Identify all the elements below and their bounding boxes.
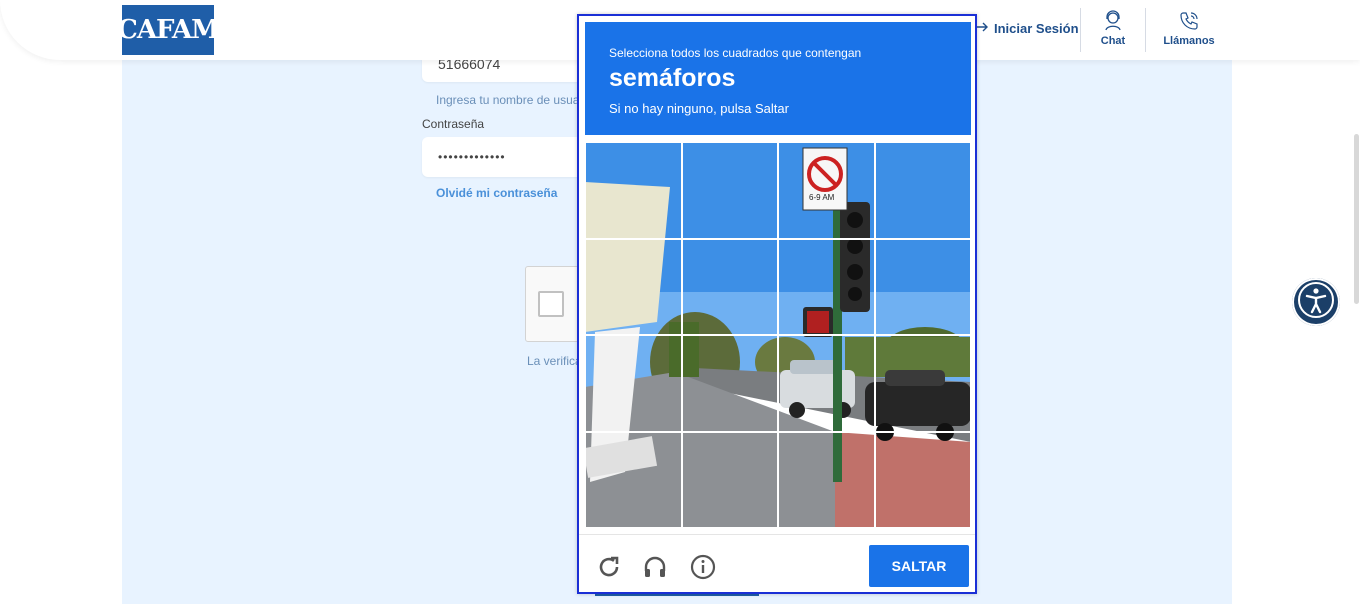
captcha-tile[interactable] — [585, 335, 682, 432]
header-divider — [1145, 8, 1146, 52]
info-icon[interactable] — [689, 553, 717, 581]
captcha-tile[interactable] — [874, 142, 971, 239]
captcha-tile[interactable] — [778, 431, 875, 528]
captcha-instruction: Selecciona todos los cuadrados que conte… — [609, 46, 862, 60]
captcha-tile[interactable] — [585, 431, 682, 528]
password-value: ••••••••••••• — [438, 150, 506, 164]
captcha-tile[interactable] — [874, 238, 971, 335]
captcha-tile[interactable] — [778, 238, 875, 335]
page-scrollbar[interactable] — [1354, 134, 1359, 304]
recaptcha-widget[interactable] — [525, 266, 585, 342]
phone-icon — [1178, 10, 1200, 35]
captcha-image-grid: 6-9 AM — [585, 142, 971, 528]
chat-link[interactable]: Chat — [1098, 10, 1128, 47]
captcha-tile[interactable] — [778, 335, 875, 432]
submit-underline — [595, 594, 759, 596]
captcha-tile[interactable] — [681, 238, 778, 335]
captcha-tile[interactable] — [778, 142, 875, 239]
accessibility-button[interactable] — [1292, 278, 1340, 326]
captcha-tile[interactable] — [585, 238, 682, 335]
captcha-tiles — [585, 142, 971, 528]
captcha-footer: SALTAR — [579, 534, 975, 593]
call-link[interactable]: Llámanos — [1162, 10, 1216, 47]
captcha-target: semáforos — [609, 64, 736, 92]
captcha-tile[interactable] — [585, 142, 682, 239]
cafam-logo[interactable]: CAFAM — [117, 5, 220, 55]
chat-agent-icon — [1102, 10, 1124, 35]
reload-icon[interactable] — [595, 553, 623, 581]
captcha-tile[interactable] — [681, 335, 778, 432]
captcha-tile[interactable] — [874, 431, 971, 528]
username-hint: Ingresa tu nombre de usua — [436, 93, 580, 107]
audio-headphones-icon[interactable] — [641, 553, 669, 581]
verification-text: La verifica — [527, 354, 582, 368]
captcha-skip-hint: Si no hay ninguno, pulsa Saltar — [609, 101, 789, 116]
login-link[interactable]: Iniciar Sesión — [976, 20, 1079, 37]
login-label: Iniciar Sesión — [994, 21, 1079, 36]
skip-button[interactable]: SALTAR — [869, 545, 969, 587]
forgot-password-link[interactable]: Olvidé mi contraseña — [436, 186, 557, 200]
captcha-challenge: Selecciona todos los cuadrados que conte… — [577, 14, 977, 594]
password-label: Contraseña — [422, 117, 485, 131]
chat-label: Chat — [1100, 35, 1126, 47]
login-arrow-icon — [976, 20, 990, 37]
captcha-tile[interactable] — [681, 431, 778, 528]
captcha-tile[interactable] — [874, 335, 971, 432]
recaptcha-checkbox[interactable] — [538, 291, 564, 317]
header-divider — [1080, 8, 1081, 52]
captcha-header: Selecciona todos los cuadrados que conte… — [585, 22, 971, 135]
captcha-tile[interactable] — [681, 142, 778, 239]
logo-text: CAFAM — [117, 15, 220, 45]
password-input[interactable]: ••••••••••••• — [422, 137, 592, 177]
call-label: Llámanos — [1163, 35, 1215, 47]
accessibility-icon — [1297, 281, 1335, 324]
